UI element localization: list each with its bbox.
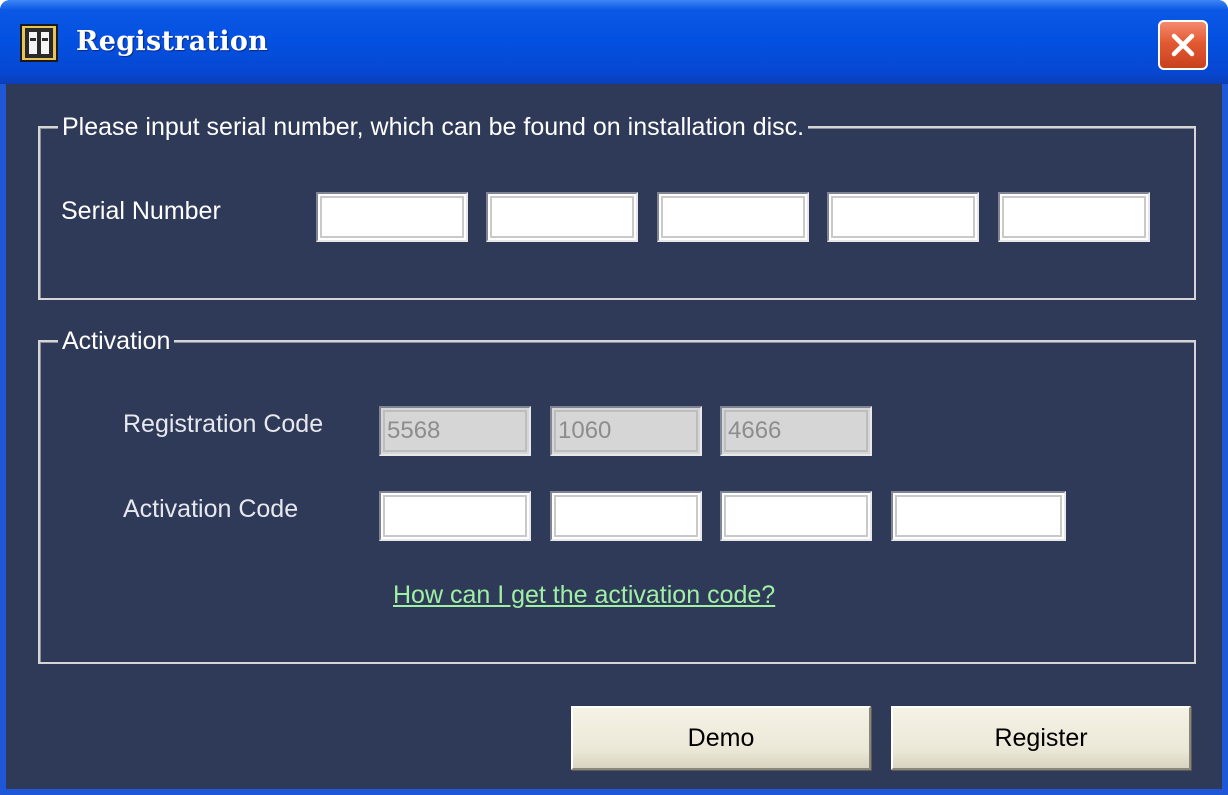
- serial-group-legend: Please input serial number, which can be…: [58, 112, 809, 142]
- title-bar[interactable]: Registration: [0, 0, 1228, 84]
- serial-field-5[interactable]: [998, 192, 1150, 242]
- serial-field-3[interactable]: [657, 192, 809, 242]
- activation-code-field-4[interactable]: [891, 491, 1066, 541]
- demo-button[interactable]: Demo: [571, 706, 871, 770]
- activation-code-field-2[interactable]: [550, 491, 702, 541]
- registration-code-field-2: [550, 406, 702, 456]
- keyhole-icon: [20, 24, 58, 62]
- close-button[interactable]: [1158, 20, 1208, 70]
- registration-code-field-3: [720, 406, 872, 456]
- register-button[interactable]: Register: [891, 706, 1191, 770]
- registration-code-label: Registration Code: [123, 410, 324, 438]
- activation-group-legend: Activation: [58, 326, 175, 356]
- window-title: Registration: [76, 26, 269, 57]
- serial-number-label: Serial Number: [61, 197, 221, 225]
- serial-field-2[interactable]: [486, 192, 638, 242]
- serial-field-1[interactable]: [316, 192, 468, 242]
- activation-code-field-1[interactable]: [379, 491, 531, 541]
- registration-code-field-1: [379, 406, 531, 456]
- activation-help-link[interactable]: How can I get the activation code?: [393, 580, 775, 610]
- serial-field-4[interactable]: [827, 192, 979, 242]
- registration-window: Registration Please input serial number,…: [0, 0, 1228, 795]
- activation-code-label: Activation Code: [123, 495, 299, 523]
- activation-code-field-3[interactable]: [720, 491, 872, 541]
- close-icon: [1171, 33, 1195, 57]
